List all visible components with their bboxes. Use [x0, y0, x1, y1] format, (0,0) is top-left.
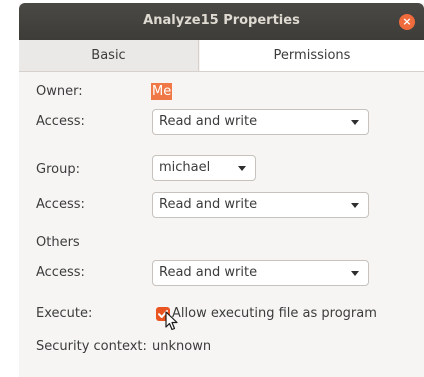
others-access-label: Access:: [36, 265, 85, 280]
others-access-value: Read and write: [159, 265, 258, 280]
chevron-down-icon: [351, 203, 359, 208]
group-access-dropdown[interactable]: Read and write: [152, 192, 369, 218]
window-title: Analyze15 Properties: [143, 13, 300, 28]
tab-permissions[interactable]: Permissions: [200, 40, 424, 71]
tab-bar: Basic Permissions: [19, 40, 424, 72]
owner-access-value: Read and write: [159, 114, 258, 129]
others-access-dropdown[interactable]: Read and write: [152, 260, 369, 286]
group-access-label: Access:: [36, 197, 85, 212]
owner-label: Owner:: [36, 84, 83, 99]
execute-checkbox-label[interactable]: Allow executing file as program: [172, 306, 377, 321]
group-value: michael: [159, 160, 211, 175]
security-context-label: Security context:: [36, 339, 147, 354]
owner-access-label: Access:: [36, 114, 85, 129]
group-label: Group:: [36, 162, 80, 177]
chevron-down-icon: [238, 166, 246, 171]
others-label: Others: [36, 235, 80, 250]
chevron-down-icon: [351, 271, 359, 276]
group-access-value: Read and write: [159, 197, 258, 212]
chevron-down-icon: [351, 120, 359, 125]
close-icon: ×: [402, 15, 412, 28]
mouse-pointer-icon: [165, 311, 178, 331]
close-button[interactable]: ×: [399, 14, 415, 30]
security-context-value: unknown: [152, 339, 212, 354]
owner-access-dropdown[interactable]: Read and write: [152, 109, 369, 135]
properties-dialog: Analyze15 Properties × Basic Permissions…: [19, 3, 424, 377]
execute-label: Execute:: [36, 306, 93, 321]
group-dropdown[interactable]: michael: [152, 155, 256, 181]
tab-basic[interactable]: Basic: [19, 40, 199, 71]
owner-value: Me: [151, 83, 173, 100]
titlebar: Analyze15 Properties ×: [19, 3, 424, 40]
